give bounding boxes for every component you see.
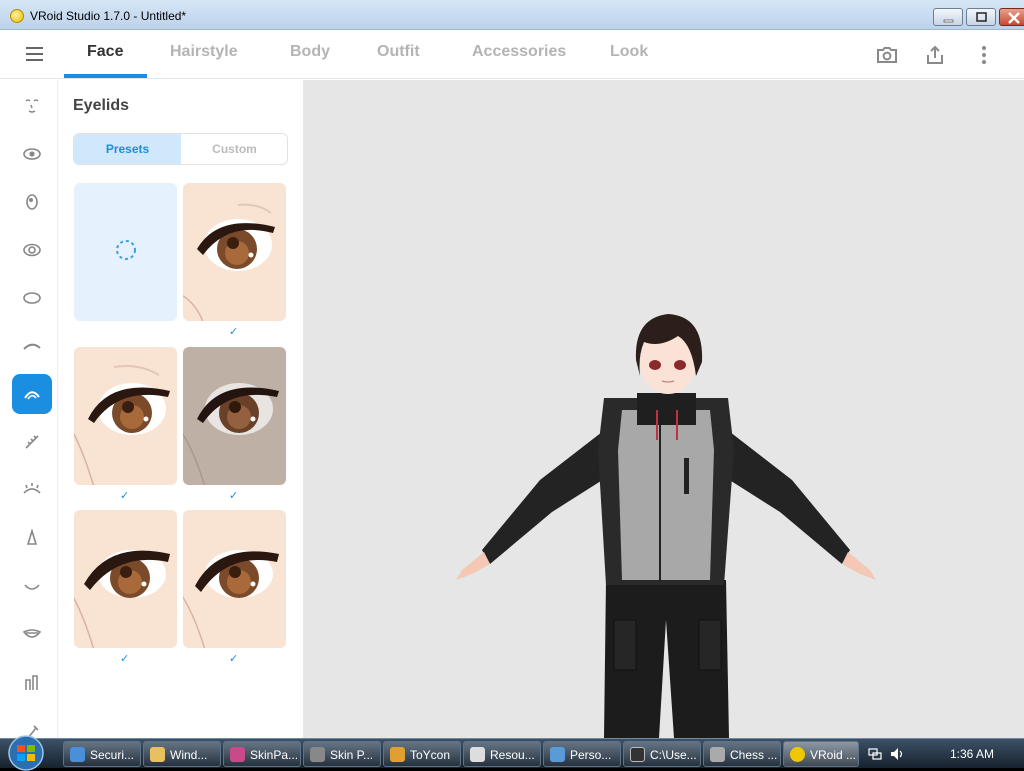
eyelid-panel: Eyelids Presets Custom ✓ ✓ ✓ ✓ ✓ [58,80,304,738]
taskbar-item[interactable]: C:\Use... [623,741,701,767]
selected-check-icon: ✓ [120,652,130,665]
eyelid-preset-preview-icon [183,510,286,648]
export-icon[interactable] [923,43,947,67]
rail-eyelash[interactable] [12,422,52,462]
skinpaint-icon [230,747,245,762]
network-icon[interactable] [868,747,882,761]
presets-button[interactable]: Presets [74,134,181,164]
restore-icon [976,12,987,22]
eye-icon [23,148,41,160]
tab-look[interactable]: Look [610,43,648,61]
personalize-icon [550,747,565,762]
window-title: VRoid Studio 1.7.0 - Untitled* [30,9,187,23]
maximize-button[interactable] [966,8,996,26]
minimize-button[interactable] [933,8,963,26]
rail-eye-highlight[interactable] [12,230,52,270]
preset-item[interactable] [183,347,286,485]
preset-item[interactable] [183,510,286,648]
selected-check-icon: ✓ [229,489,239,502]
rail-nose[interactable] [12,518,52,558]
rail-face-overview[interactable] [12,86,52,126]
taskbar: Securi... Wind... SkinPa... Skin P... To… [0,735,1024,771]
camera-icon[interactable] [875,43,899,67]
iris-icon [26,194,38,210]
rail-teeth[interactable] [12,614,52,654]
minimize-icon [943,19,954,23]
vroid-icon [790,747,805,762]
rail-mouth[interactable] [12,566,52,606]
vroid-app-icon [10,9,24,23]
taskbar-item[interactable]: Skin P... [303,741,381,767]
app-window: VRoid Studio 1.7.0 - Untitled* Face Hair… [0,0,1024,738]
ear-icon [25,675,38,690]
rail-iris[interactable] [12,182,52,222]
chrome-icon [70,747,85,762]
eye-line-icon [23,483,41,494]
close-button[interactable] [999,8,1024,26]
taskbar-item[interactable]: ToYcon [383,741,461,767]
tab-outfit[interactable]: Outfit [377,43,420,61]
preset-item[interactable] [74,347,177,485]
taskbar-item[interactable]: Wind... [143,741,221,767]
taskbar-item[interactable]: SkinPa... [223,741,301,767]
selected-check-icon: ✓ [120,489,130,502]
preset-item[interactable] [183,183,286,321]
rail-ear[interactable] [12,662,52,702]
selected-check-icon: ✓ [229,652,239,665]
3d-viewport[interactable] [304,80,1024,738]
system-tray: 1:36 AM [862,741,1024,767]
taskbar-item[interactable]: Chess ... [703,741,781,767]
eyebrow-icon [23,343,41,350]
preset-item-none[interactable] [74,183,177,321]
eyelid-icon [24,391,40,400]
more-vertical-icon[interactable] [972,43,996,67]
clock[interactable]: 1:36 AM [950,747,994,761]
loading-spinner-icon [116,240,136,260]
panel-title: Eyelids [73,97,130,114]
7zip-icon [630,747,645,762]
taskbar-item[interactable]: Perso... [543,741,621,767]
taskbar-item[interactable]: Securi... [63,741,141,767]
active-tab-indicator [64,74,147,78]
eyelid-preset-preview-icon [74,347,177,485]
eyelash-icon [25,435,39,449]
category-rail [0,80,58,738]
selected-check-icon: ✓ [229,325,239,338]
custom-button[interactable]: Custom [181,134,287,164]
avatar-model [456,314,876,738]
tab-hairstyle[interactable]: Hairstyle [170,43,238,61]
preset-custom-toggle: Presets Custom [73,133,288,165]
folder-icon [150,747,165,762]
eye-highlight-icon [23,243,41,257]
rail-eyebrow[interactable] [12,326,52,366]
nose-icon [26,528,38,545]
hamburger-menu-icon[interactable] [24,45,46,63]
eyelid-preset-preview-icon [74,510,177,648]
tab-face[interactable]: Face [87,43,123,61]
start-button-windows-logo-icon[interactable] [2,733,54,771]
skin-app-icon [310,747,325,762]
rail-eye-white[interactable] [12,278,52,318]
toycon-icon [390,747,405,762]
preset-item[interactable] [74,510,177,648]
title-bar[interactable]: VRoid Studio 1.7.0 - Untitled* [0,0,1024,30]
rail-eye-line[interactable] [12,470,52,510]
rail-eye[interactable] [12,134,52,174]
tab-body[interactable]: Body [290,43,330,61]
volume-icon[interactable] [890,747,906,761]
app-header: Face Hairstyle Body Outfit Accessories L… [0,30,1024,79]
eyelid-preset-preview-icon [183,347,286,485]
tab-accessories[interactable]: Accessories [472,43,566,61]
chess-icon [710,747,725,762]
eye-white-icon [23,292,41,304]
eyelid-preset-preview-icon [183,183,286,321]
close-icon [1008,12,1020,24]
rail-eyelid[interactable] [12,374,52,414]
mouth-icon [24,584,40,590]
taskbar-item[interactable]: Resou... [463,741,541,767]
face-overview-icon [25,99,39,113]
taskbar-item-vroid[interactable]: VRoid ... [783,741,859,767]
resource-icon [470,747,485,762]
teeth-icon [22,629,42,638]
